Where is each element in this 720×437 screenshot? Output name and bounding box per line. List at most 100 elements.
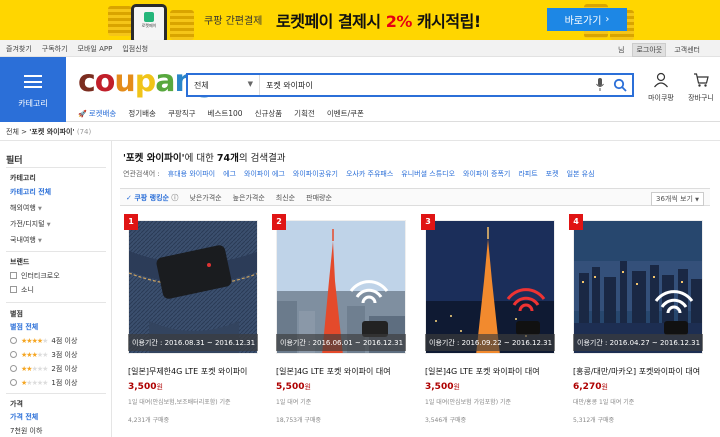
utility-link[interactable]: 즐겨찾기 [6, 44, 32, 54]
nav-item-label: 신규상품 [254, 109, 283, 118]
category-menu-button[interactable]: 카테고리 [0, 57, 66, 122]
sort-options: ✓ 쿠팡 랭킹순 ⓘ 낮은가격순 높은가격순 최신순 판매량순 [126, 193, 332, 203]
radio-icon [10, 337, 17, 344]
category-item[interactable]: 국내여행 ▼ [10, 235, 42, 245]
price-all-link[interactable]: 가격 전체 [10, 412, 38, 422]
category-item[interactable]: 가전/디지털 ▼ [10, 219, 51, 229]
related-term[interactable]: 와이파이 에그 [244, 169, 285, 179]
main-nav: 🚀 로켓배송 정기배송 쿠팡직구 베스트100 신규상품 기획전 이벤트/쿠폰 [78, 108, 364, 119]
utility-link[interactable]: 입점신청 [122, 44, 148, 54]
product-card[interactable]: 4 이용기간 : 2016.04.27 ~ 2016.12.31 [홍콩/대만/마카… [569, 214, 703, 437]
related-term[interactable]: 와이파이공유기 [293, 169, 338, 179]
rating-stars: ★★★★★ [21, 351, 48, 359]
related-term[interactable]: 일본 유심 [567, 169, 595, 179]
product-card[interactable]: 3 이용기간 : 2016.09.22 ~ 2016.12.31 [일본]4G LT… [421, 214, 555, 437]
search-category-select[interactable]: 전체 ▼ [188, 75, 260, 95]
sort-option[interactable]: 판매량순 [306, 193, 332, 203]
product-desc: 1일 대여 기준 [276, 399, 312, 406]
related-term[interactable]: 유니버셜 스튜디오 [401, 169, 455, 179]
phone-illustration: 로켓페이 [131, 4, 167, 40]
my-coupang-link[interactable]: 마이쿠팡 [646, 72, 676, 103]
sort-option[interactable]: ✓ 쿠팡 랭킹순 ⓘ [126, 193, 178, 203]
customer-center-link[interactable]: 고객센터 [674, 45, 700, 55]
page: 로켓페이 쿠팡 간편결제 로켓페이 결제시 2% 캐시적립! 바로가기 › 즐겨… [0, 0, 720, 437]
review-count: 5,312개 구매중 [573, 417, 615, 424]
product-card[interactable]: 2 이용기간 : 2016.06.01 ~ 2016.12.31 [일본]4G LT… [272, 214, 406, 437]
checkbox-icon [10, 286, 17, 293]
rating-option[interactable]: ★★★★★ 4점 이상 [10, 336, 77, 346]
product-desc: 1일 대여(안심보험 가입포함) 기준 [425, 399, 511, 406]
brand-checkbox[interactable]: 소니 [10, 285, 34, 295]
search-input[interactable]: 포켓 와이파이 [266, 80, 313, 91]
nav-item[interactable]: 신규상품 [255, 108, 283, 119]
rental-period: 이용기간 : 2016.08.31 ~ 2016.12.31 [128, 334, 258, 351]
utility-link[interactable]: 모바일 APP [78, 44, 113, 54]
logo-letter: p [134, 64, 157, 99]
category-all-link[interactable]: 카테고리 전체 [10, 187, 51, 197]
info-icon: ⓘ [168, 194, 179, 202]
rating-all-link[interactable]: 별점 전체 [10, 322, 38, 332]
related-term[interactable]: 와이파이 증폭기 [463, 169, 510, 179]
category-item[interactable]: 해외여행 ▼ [10, 203, 42, 213]
related-term[interactable]: 에그 [223, 169, 236, 179]
price-heading: 가격 [10, 400, 23, 408]
microphone-icon[interactable] [596, 78, 604, 92]
rating-option[interactable]: ★★★★★ 3점 이상 [10, 350, 77, 360]
category-heading: 카테고리 [10, 174, 36, 182]
star-icon: ★ [42, 365, 48, 373]
search-icon[interactable] [613, 78, 627, 92]
rank-badge: 2 [272, 214, 286, 230]
brand-checkbox[interactable]: 인터티크로오 [10, 271, 60, 281]
related-term[interactable]: 오사카 주유패스 [346, 169, 393, 179]
price-value: 3,500 [128, 382, 157, 392]
price-unit: 원 [304, 383, 311, 391]
utility-link[interactable]: 구독하기 [42, 44, 68, 54]
product-desc: 대만/홍콩 1일 대여 기준 [573, 399, 635, 406]
related-term[interactable]: 라피트 [518, 169, 537, 179]
sort-option[interactable]: 최신순 [276, 193, 295, 203]
price-option[interactable]: 7천원 이하 [10, 426, 42, 436]
results-heading: '포켓 와이파이'에 대한 74개의 검색결과 [123, 150, 286, 164]
promo-banner[interactable]: 로켓페이 쿠팡 간편결제 로켓페이 결제시 2% 캐시적립! 바로가기 › [0, 0, 720, 40]
nav-item-label: 로켓배송 [88, 109, 117, 118]
nav-item[interactable]: 베스트100 [208, 108, 243, 119]
rating-option[interactable]: ★★★★★ 2점 이상 [10, 364, 77, 374]
rank-badge: 4 [569, 214, 583, 230]
product-name[interactable]: [홍콩/대만/마카오] 포켓와이파이 대여 [573, 366, 707, 377]
per-page-select[interactable]: 36개씩 보기 ▼ [651, 192, 704, 206]
related-term[interactable]: 휴대용 와이파이 [168, 169, 215, 179]
related-term[interactable]: 포켓 [546, 169, 559, 179]
nav-item[interactable]: 쿠팡직구 [168, 108, 196, 119]
sort-option[interactable]: 낮은가격순 [189, 193, 221, 203]
nav-item[interactable]: 정기배송 [128, 108, 156, 119]
rating-label: 1점 이상 [51, 379, 78, 387]
price-unit: 원 [453, 383, 460, 391]
brand-label: 소니 [21, 286, 34, 294]
nav-item[interactable]: 이벤트/쿠폰 [327, 108, 364, 119]
rating-option[interactable]: ★★★★★ 1점 이상 [10, 378, 77, 388]
product-name[interactable]: [일본]무제한4G LTE 포켓 와이파이 [128, 366, 262, 377]
product-price: 3,500원 [425, 382, 460, 392]
product-desc: 1일 대여(안심보험,보조배터리포함) 기준 [128, 399, 231, 406]
filter-title: 필터 [6, 156, 23, 166]
logout-link[interactable]: 로그아웃 [632, 43, 667, 57]
my-coupang-label: 마이쿠팡 [648, 94, 674, 102]
user-greeting: 님 [618, 46, 625, 54]
sort-option[interactable]: 높은가격순 [233, 193, 265, 203]
star-icon: ★ [42, 337, 48, 345]
breadcrumb-home[interactable]: 전체 [6, 128, 19, 136]
breadcrumb-current: '포켓 와이파이' [29, 128, 75, 136]
nav-item[interactable]: 🚀 로켓배송 [78, 108, 116, 119]
per-page-value: 36개씩 보기 [656, 195, 693, 203]
cart-link[interactable]: 장바구니 [684, 72, 718, 103]
product-name[interactable]: [일본]4G LTE 포켓 와이파이 대여 [276, 366, 410, 377]
checkbox-icon [10, 272, 17, 279]
banner-headline: 로켓페이 결제시 2% 캐시적립! [276, 8, 481, 32]
banner-go-button[interactable]: 바로가기 › [547, 8, 627, 31]
product-name[interactable]: [일본]4G LTE 포켓 와이파이 대여 [425, 366, 559, 377]
nav-item[interactable]: 기획전 [294, 108, 315, 119]
banner-percent: 2% [385, 12, 413, 31]
product-card[interactable]: 1 이용기간 : 2016.08.31 ~ 2016.12.31 [일본]무제한4G… [124, 214, 258, 437]
product-price: 6,270원 [573, 382, 608, 392]
rating-stars: ★★★★★ [21, 365, 48, 373]
